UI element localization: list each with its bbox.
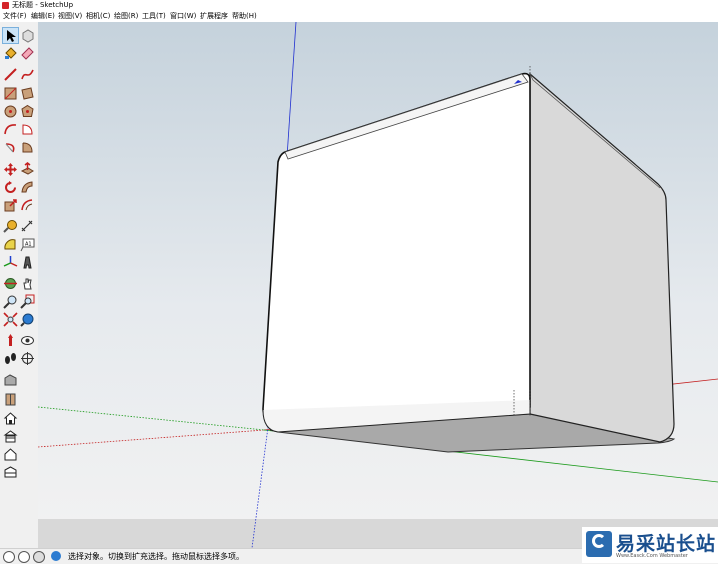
offset-icon[interactable] [20,198,35,213]
status-message: 选择对象。切换到扩充选择。拖动鼠标选择多项。 [68,552,244,561]
menu-edit[interactable]: 编辑(E) [31,11,55,22]
zoom-icon[interactable] [3,294,18,309]
zoom-window-icon[interactable] [20,294,35,309]
protractor-icon[interactable] [3,237,18,252]
warehouse-icon[interactable] [3,373,18,388]
text-icon[interactable]: A1 [20,237,35,252]
menu-view[interactable]: 视图(V) [58,11,82,22]
menu-camera[interactable]: 相机(C) [86,11,110,22]
pan-icon[interactable] [20,276,35,291]
arc-icon[interactable] [3,122,18,137]
three-point-arc-icon[interactable] [20,140,35,155]
svg-text:A1: A1 [25,242,32,248]
scene-canvas[interactable] [38,22,718,548]
user-account-icon[interactable] [33,551,45,563]
push-pull-icon[interactable] [20,162,35,177]
menu-window[interactable]: 窗口(W) [170,11,196,22]
eraser-icon[interactable] [20,45,35,60]
polygon-icon[interactable] [20,104,35,119]
house-icon[interactable] [3,411,18,426]
rotate-icon[interactable] [3,180,18,195]
component-icon[interactable] [20,28,35,43]
axes-icon[interactable] [3,255,18,270]
left-toolbar: A1 [0,22,39,548]
pie-icon[interactable] [20,122,35,137]
model-viewport[interactable] [38,22,718,548]
menu-tools[interactable]: 工具(T) [142,11,166,22]
geo-location-icon[interactable] [3,551,15,563]
position-camera-icon[interactable] [3,333,18,348]
tape-measure-icon[interactable] [3,219,18,234]
orbit-icon[interactable] [3,276,18,291]
title-bar: 无标题 - SketchUp [0,0,718,11]
scale-icon[interactable] [3,198,18,213]
house-section-icon[interactable] [3,429,18,444]
rotated-rectangle-icon[interactable] [20,86,35,101]
instructor-icon[interactable] [51,551,61,561]
zoom-extents-icon[interactable] [3,312,18,327]
menu-bar: 文件(F) 编辑(E) 视图(V) 相机(C) 绘图(R) 工具(T) 窗口(W… [0,11,718,22]
freehand-icon[interactable] [20,67,35,82]
menu-help[interactable]: 帮助(H) [232,11,257,22]
section-plane-icon[interactable] [20,351,35,366]
window-title: 无标题 - SketchUp [12,1,74,9]
select-icon[interactable] [2,27,19,44]
watermark-logo-icon [586,531,612,557]
rectangle-icon[interactable] [3,86,18,101]
dimension-icon[interactable] [20,219,35,234]
look-around-icon[interactable] [20,333,35,348]
follow-me-icon[interactable] [20,180,35,195]
walk-icon[interactable] [3,351,18,366]
credits-icon[interactable] [18,551,30,563]
extension-warehouse-icon[interactable] [3,392,18,407]
watermark-sub-text: Www.Easck.Com Webmaster [616,553,688,559]
layers-icon[interactable] [3,465,18,480]
sketchup-app-icon [2,2,9,9]
menu-extensions[interactable]: 扩展程序 [200,11,228,22]
line-icon[interactable] [3,67,18,82]
watermark: 易采站长站 Www.Easck.Com Webmaster [582,527,718,563]
house-outline-icon[interactable] [3,447,18,462]
previous-view-icon[interactable] [20,312,35,327]
circle-icon[interactable] [3,104,18,119]
watermark-main-text: 易采站长站 [616,533,717,555]
3d-text-icon[interactable] [20,255,35,270]
menu-draw[interactable]: 绘图(R) [114,11,138,22]
paint-bucket-icon[interactable] [3,45,18,60]
move-icon[interactable] [3,162,18,177]
two-point-arc-icon[interactable] [3,140,18,155]
menu-file[interactable]: 文件(F) [3,11,27,22]
